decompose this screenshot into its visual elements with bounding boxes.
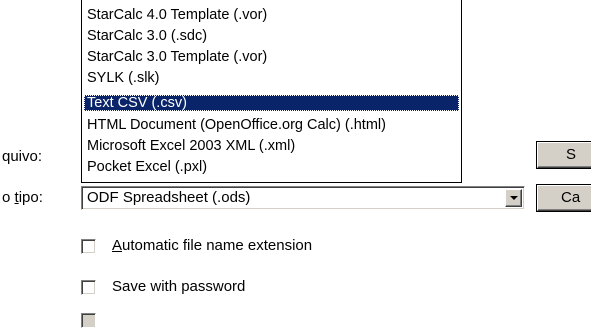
save-password-checkbox[interactable] <box>81 280 96 295</box>
filetype-label-rest: ipo: <box>18 189 43 206</box>
filename-label: quivo: <box>2 148 42 166</box>
cancel-button[interactable]: Ca <box>537 185 591 211</box>
filetype-select[interactable]: ODF Spreadsheet (.ods) <box>81 186 525 210</box>
chevron-down-icon <box>510 196 518 200</box>
save-button-label: S <box>566 146 577 163</box>
filetype-dropdown-button[interactable] <box>505 189 522 207</box>
filetype-label: o tipo: <box>2 189 43 207</box>
filetype-dropdown-list[interactable]: StarCalc 4.0 Template (.vor) StarCalc 3.… <box>81 0 462 183</box>
dropdown-item[interactable]: Pocket Excel (.pxl) <box>84 159 459 175</box>
dropdown-item[interactable]: StarCalc 3.0 (.sdc) <box>84 28 459 44</box>
dropdown-item[interactable]: HTML Document (OpenOffice.org Calc) (.ht… <box>84 117 459 133</box>
filename-label-text: quivo: <box>2 148 43 165</box>
auto-extension-checkbox[interactable] <box>81 239 96 254</box>
save-button[interactable]: S <box>537 142 591 168</box>
dropdown-item[interactable]: SYLK (.slk) <box>84 70 459 86</box>
dropdown-item[interactable]: Microsoft Excel 2003 XML (.xml) <box>84 138 459 154</box>
auto-extension-label-rest: utomatic file name extension <box>122 237 313 254</box>
auto-extension-label: Automatic file name extension <box>112 237 312 255</box>
filetype-select-value: ODF Spreadsheet (.ods) <box>87 189 251 206</box>
auto-extension-accel: A <box>112 237 123 254</box>
cancel-button-label: Ca <box>561 189 581 206</box>
edit-filter-checkbox[interactable] <box>81 313 96 328</box>
dropdown-item-selected[interactable]: Text CSV (.csv) <box>84 95 459 111</box>
dropdown-item[interactable]: StarCalc 3.0 Template (.vor) <box>84 49 459 65</box>
filetype-label-prefix: o <box>2 189 15 206</box>
dropdown-item[interactable]: StarCalc 4.0 Template (.vor) <box>84 7 459 23</box>
save-password-label: Save with password <box>112 278 246 295</box>
